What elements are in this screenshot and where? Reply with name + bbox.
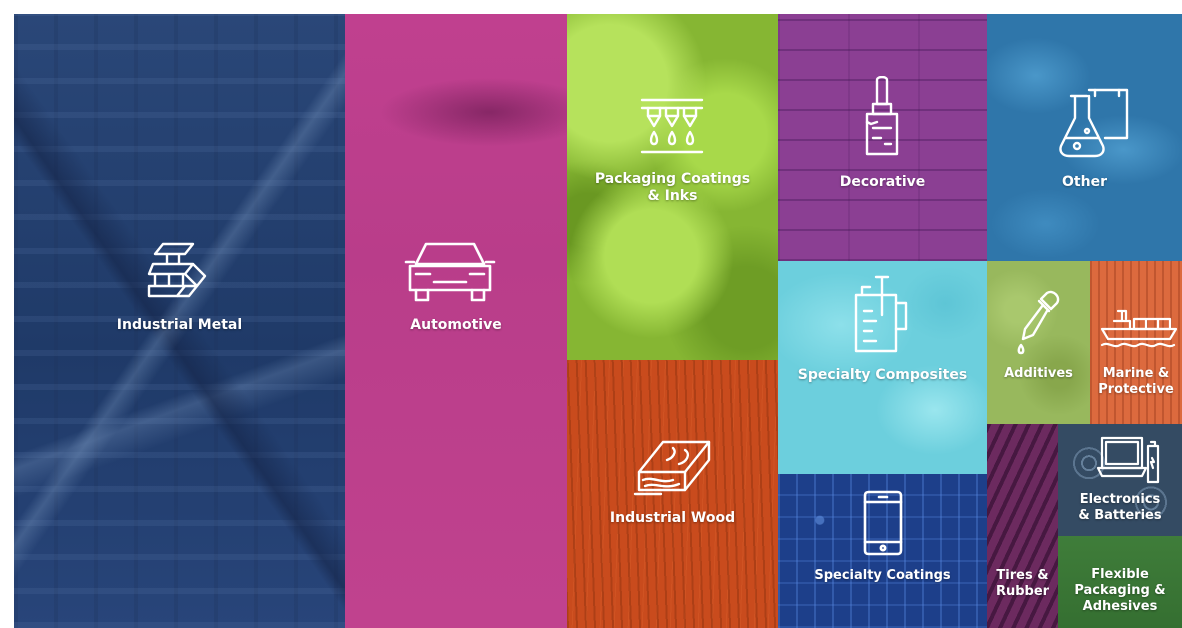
metal-beams-icon [145, 238, 211, 304]
tile-additives[interactable]: Additives [987, 261, 1090, 424]
tile-label: Industrial Wood [609, 510, 736, 526]
ship-icon [1100, 307, 1180, 351]
dropper-icon [1013, 289, 1061, 357]
tile-label: Decorative [839, 174, 926, 190]
tile-label: Automotive [410, 317, 502, 333]
wood-planks-icon [633, 438, 713, 498]
tile-label: Flexible Packaging & Adhesives [1074, 567, 1166, 614]
tile-tires-rubber[interactable]: Tires & Rubber [987, 424, 1058, 628]
flask-bags-icon [1057, 86, 1131, 160]
tile-marine-protective[interactable]: Marine & Protective [1090, 261, 1182, 424]
tile-packaging-coatings-inks[interactable]: Packaging Coatings & Inks [567, 14, 778, 360]
smartphone-icon [863, 490, 903, 556]
tile-label: Tires & Rubber [995, 568, 1050, 599]
tile-industrial-metal[interactable]: Industrial Metal [14, 14, 345, 628]
tile-label: Electronics & Batteries [1078, 492, 1162, 523]
tile-specialty-composites[interactable]: Specialty Composites [778, 261, 987, 474]
measuring-jug-icon [850, 275, 912, 355]
tile-electronics-batteries[interactable]: Electronics & Batteries [1058, 424, 1182, 536]
tile-label: Specialty Coatings [814, 568, 951, 583]
tile-label: Other [1062, 174, 1107, 190]
tile-label: Additives [1004, 366, 1073, 381]
tile-label: Packaging Coatings & Inks [594, 171, 751, 204]
tile-industrial-wood[interactable]: Industrial Wood [567, 360, 778, 628]
tile-automotive[interactable]: Automotive [345, 14, 567, 628]
nozzles-drops-icon [640, 96, 704, 160]
car-icon [404, 236, 496, 304]
tile-flexible-packaging-adhesives[interactable]: Flexible Packaging & Adhesives [1058, 536, 1182, 628]
tile-other[interactable]: Other [987, 14, 1182, 261]
tile-label: Specialty Composites [797, 367, 968, 383]
tile-specialty-coatings[interactable]: Specialty Coatings [778, 474, 987, 628]
paintbrush-icon [859, 76, 905, 158]
laptop-battery-icon [1096, 432, 1160, 484]
tile-label: Marine & Protective [1098, 366, 1174, 397]
tile-label: Industrial Metal [116, 317, 243, 333]
tile-decorative[interactable]: Decorative [778, 14, 987, 261]
